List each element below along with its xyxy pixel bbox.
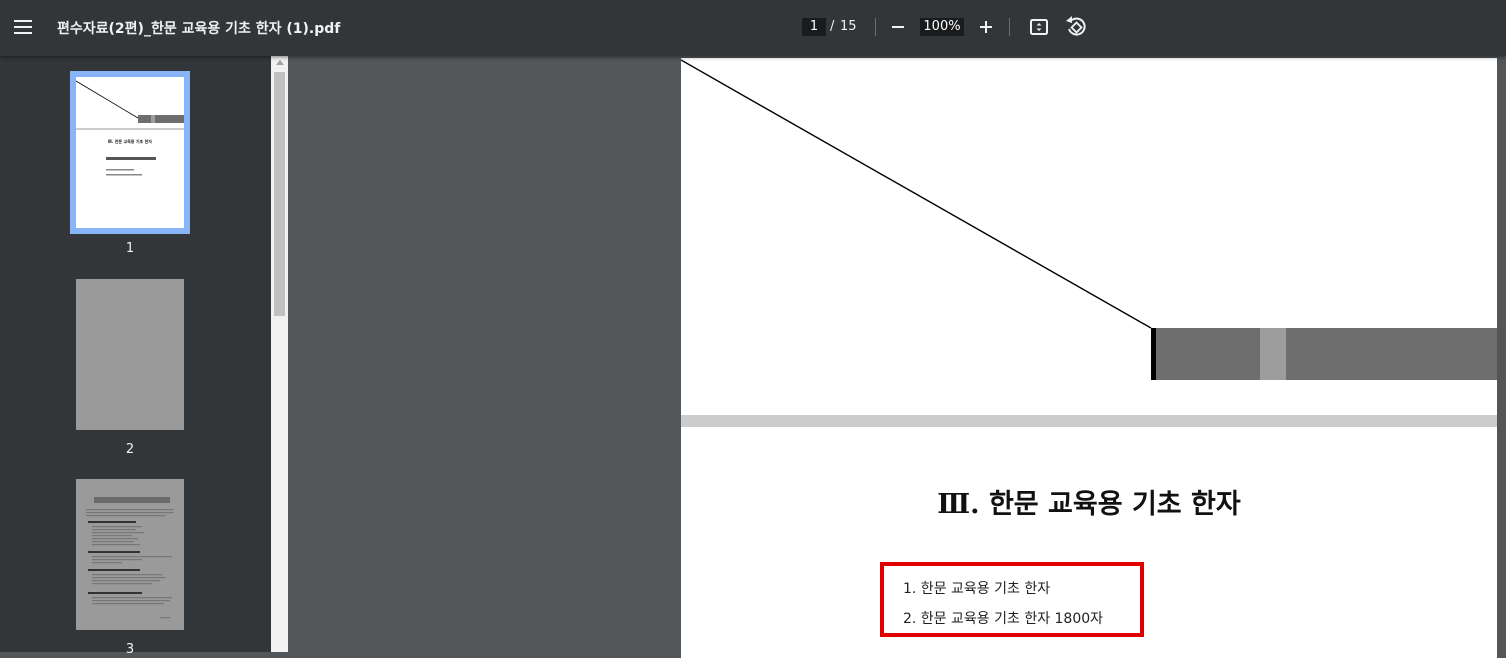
zoom-in-icon[interactable] xyxy=(978,17,994,37)
toc-item: 2. 한문 교육용 기초 한자 1800자 xyxy=(903,611,1104,627)
thumbnail-sidebar: Ⅲ. 한문 교육용 기초 한자 1 2 3 xyxy=(0,56,271,657)
document-title: 편수자료(2편)_한문 교육용 기초 한자 (1).pdf xyxy=(57,21,341,37)
page-number-input[interactable]: 1 xyxy=(802,18,826,36)
rotate-icon[interactable] xyxy=(1064,15,1088,39)
page-thumbnail-3[interactable] xyxy=(76,479,184,630)
toc-item: 1. 한문 교육용 기초 한자 xyxy=(903,581,1051,597)
sidebar-scrollbar-thumb[interactable] xyxy=(274,72,285,316)
page-separator: / xyxy=(830,19,835,34)
pdf-toolbar: 편수자료(2편)_한문 교육용 기초 한자 (1).pdf 1 / 15 100… xyxy=(0,0,1506,56)
scroll-up-arrow-icon[interactable] xyxy=(276,60,284,65)
page-thumbnail-1[interactable]: Ⅲ. 한문 교육용 기초 한자 xyxy=(75,77,184,228)
page-total: 15 xyxy=(840,19,857,34)
hamburger-menu-icon[interactable] xyxy=(10,14,36,40)
divider-band xyxy=(681,415,1497,427)
toolbar-divider xyxy=(1009,18,1010,36)
sidebar-scrollbar[interactable] xyxy=(271,56,288,652)
header-band xyxy=(1151,328,1497,380)
thumbnail-number: 2 xyxy=(125,442,135,457)
diagonal-decoration xyxy=(681,59,1152,329)
thumbnail-1-preview: Ⅲ. 한문 교육용 기초 한자 xyxy=(75,80,184,176)
fit-to-page-icon[interactable] xyxy=(1028,16,1050,38)
zoom-level-input[interactable]: 100% xyxy=(920,18,964,36)
thumbnail-number: 1 xyxy=(125,241,135,256)
toolbar-divider xyxy=(875,18,876,36)
thumbnail-number: 3 xyxy=(125,642,135,657)
thumbnail-3-preview xyxy=(86,497,174,619)
thumbnail-heading-text: Ⅲ. 한문 교육용 기초 한자 xyxy=(108,138,152,144)
pdf-page-1: Ⅲ. 한문 교육용 기초 한자 1. 한문 교육용 기초 한자 2. 한문 교육… xyxy=(681,58,1497,658)
zoom-out-icon[interactable] xyxy=(890,17,906,37)
page-thumbnail-2[interactable] xyxy=(76,279,184,430)
chapter-title: Ⅲ. 한문 교육용 기초 한자 xyxy=(937,489,1241,520)
viewer-scrollbar[interactable] xyxy=(1497,56,1506,652)
